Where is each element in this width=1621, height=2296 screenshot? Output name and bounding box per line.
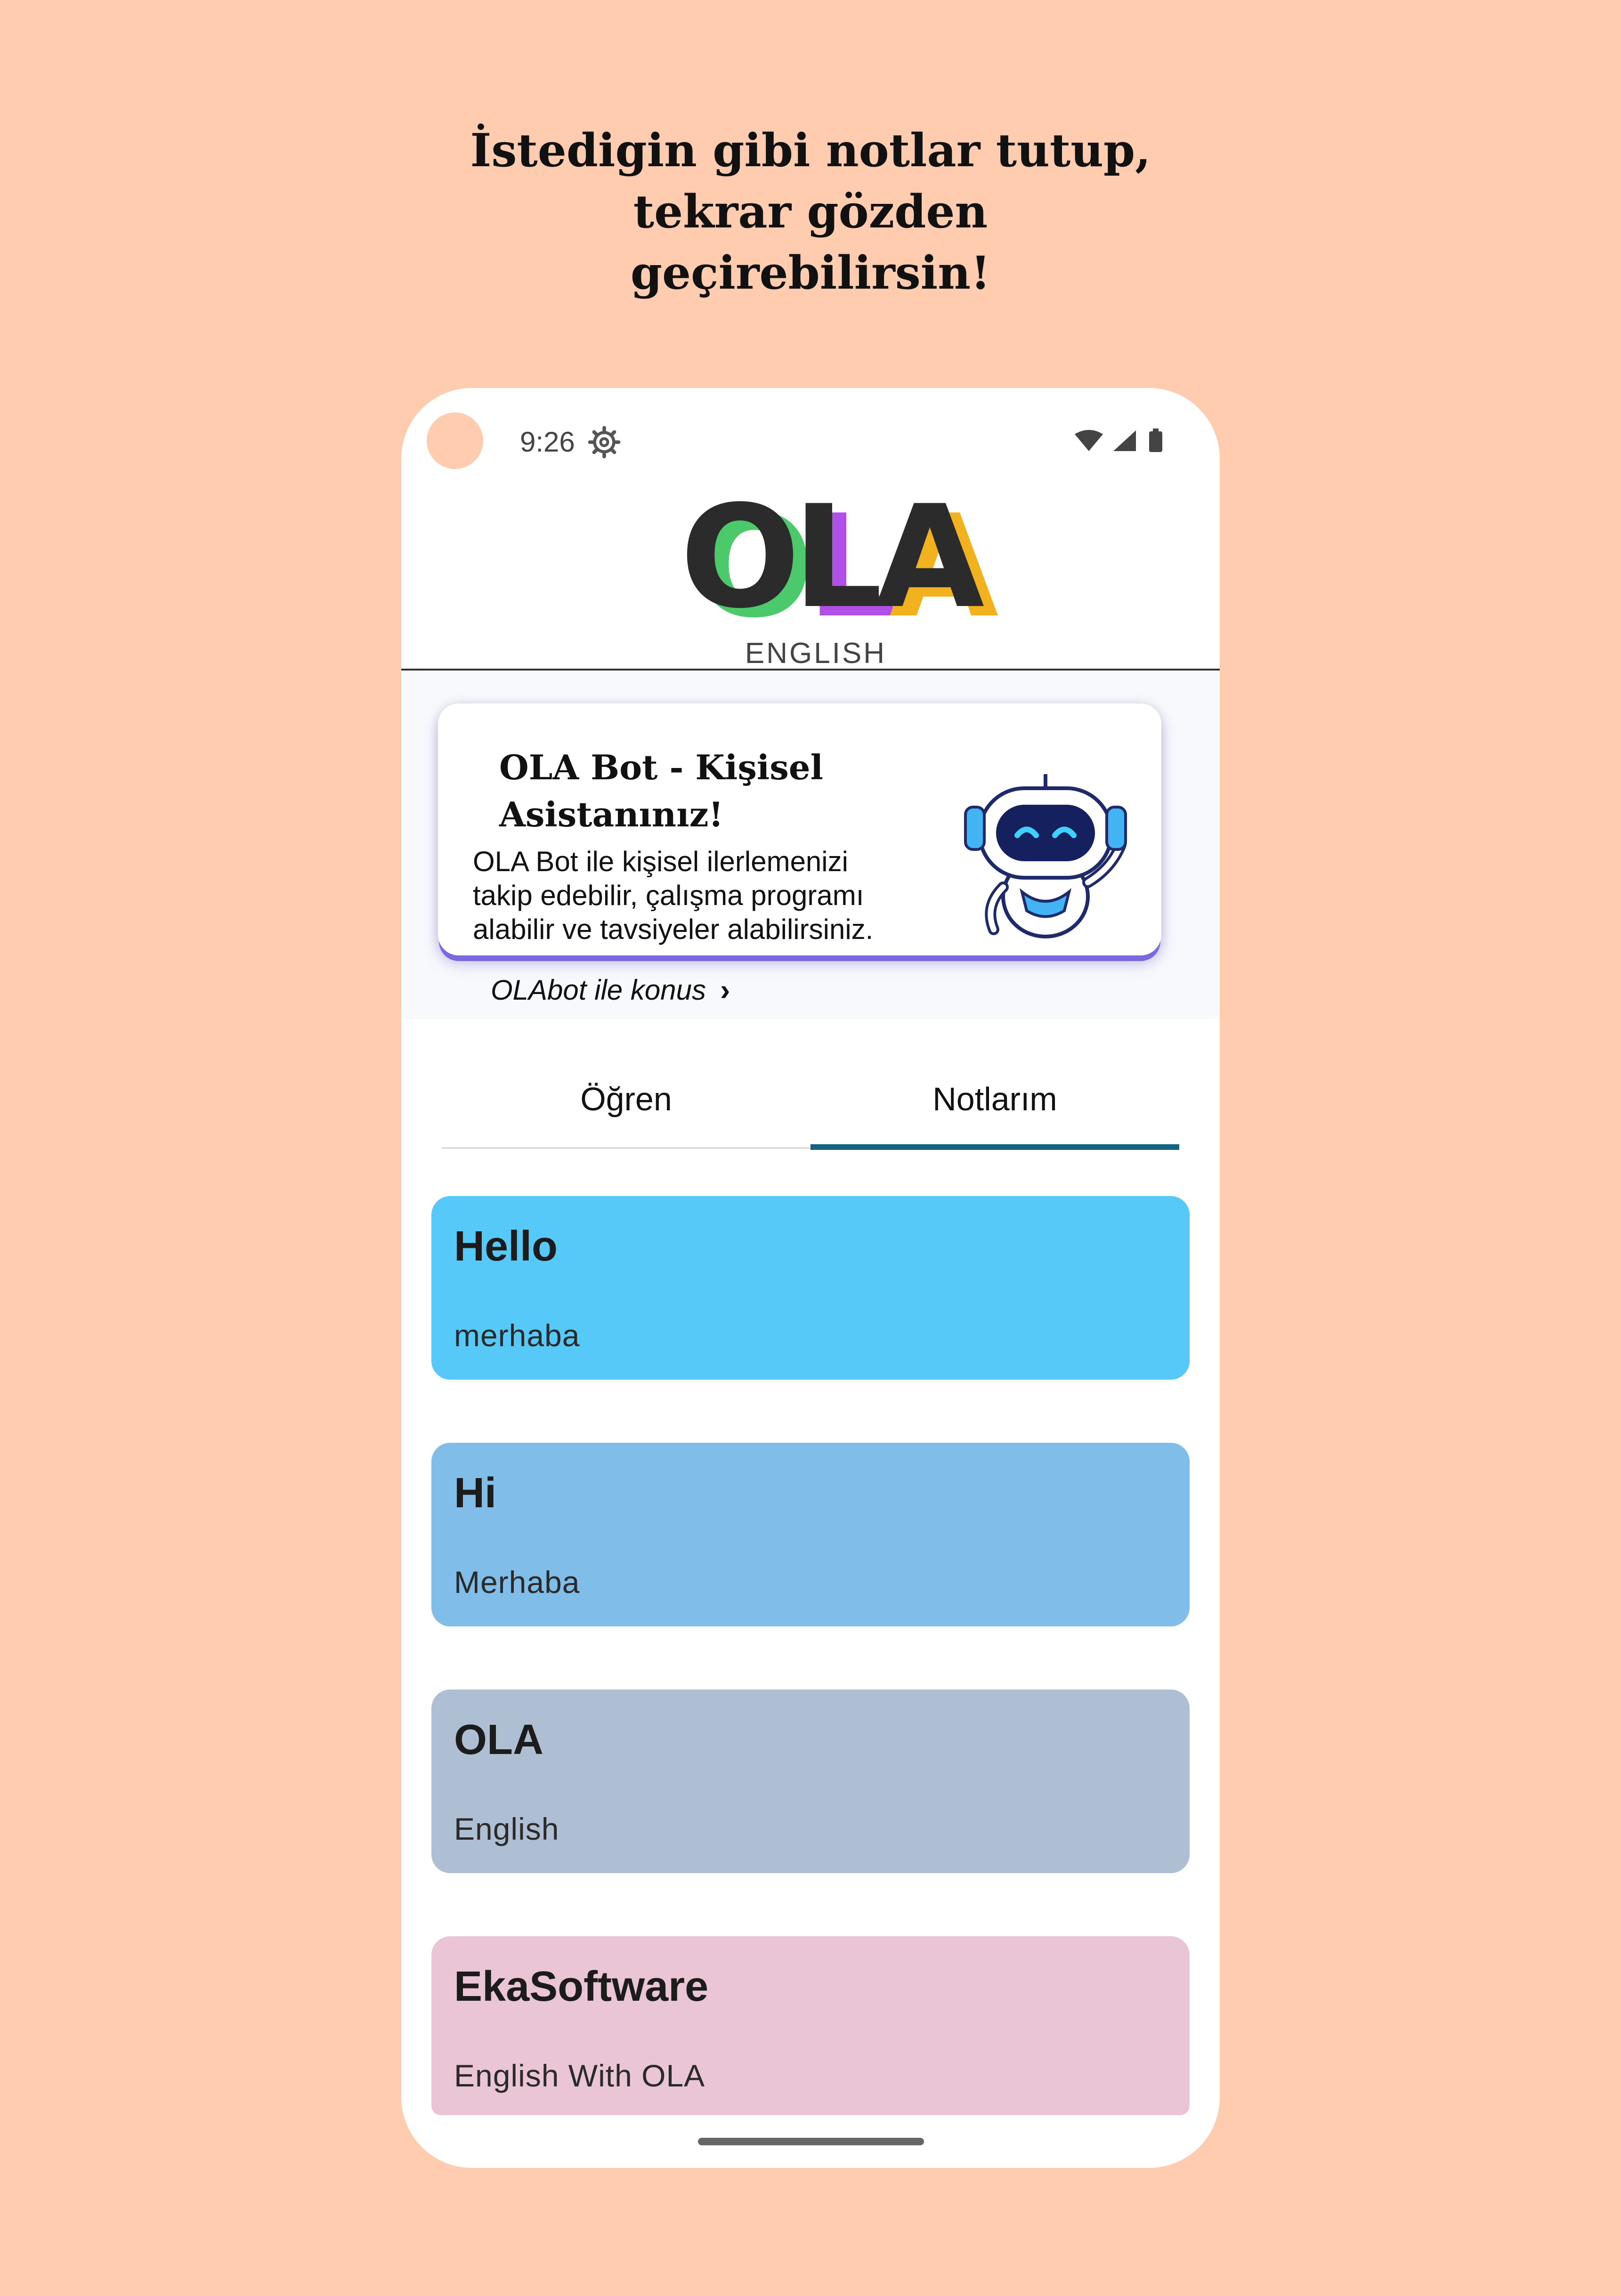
- wifi-icon: [1075, 430, 1103, 451]
- note-translation: Merhaba: [454, 1565, 580, 1600]
- ola-logo: OLA OLA ENGLISH: [656, 475, 998, 670]
- headline-line-3: geçirebilirsin!: [630, 246, 991, 299]
- chat-with-olabot-link[interactable]: OLAbot ile konus ›: [491, 971, 730, 1009]
- bot-desc-line-3: alabilir ve tavsiyeler alabilirsiniz.: [473, 914, 874, 945]
- bot-title-line-1: OLA Bot - Kişisel: [499, 747, 823, 787]
- chevron-right-icon: ›: [720, 973, 730, 1007]
- bot-card-title: OLA Bot - Kişisel Asistanınız!: [499, 744, 923, 838]
- note-title: Hello: [454, 1223, 558, 1270]
- note-card[interactable]: Hi Merhaba: [431, 1443, 1190, 1626]
- bot-title-line-2: Asistanınız!: [499, 794, 724, 834]
- tab-selected-indicator: [810, 1144, 1179, 1150]
- camera-cutout: [427, 412, 483, 469]
- note-card[interactable]: Hello merhaba: [431, 1196, 1190, 1380]
- note-card[interactable]: OLA English: [431, 1690, 1190, 1873]
- system-status-icons: [1075, 428, 1162, 452]
- note-card[interactable]: EkaSoftware English With OLA: [431, 1936, 1190, 2115]
- bot-card-description: OLA Bot ile kişisel ilerlemenizi takip e…: [473, 845, 944, 946]
- headline-line-1: İstedigin gibi notlar tutup,: [470, 124, 1151, 177]
- battery-icon: [1149, 431, 1162, 452]
- settings-gear-icon: [588, 426, 621, 459]
- robot-mascot-icon: [964, 774, 1127, 938]
- tab-learn[interactable]: Öğren: [442, 1066, 810, 1141]
- note-title: OLA: [454, 1716, 543, 1763]
- chat-link-label: OLAbot ile konus: [491, 974, 706, 1006]
- bot-desc-line-1: OLA Bot ile kişisel ilerlemenizi: [473, 846, 848, 877]
- status-time: 9:26: [520, 426, 575, 458]
- phone-frame: 9:26 OLA OLA ENGLISH OLA Bot - Kişisel A…: [401, 388, 1220, 2168]
- logo-subtitle: ENGLISH: [745, 637, 887, 670]
- note-title: Hi: [454, 1470, 496, 1517]
- app-header: OLA OLA ENGLISH: [401, 475, 1220, 670]
- cell-signal-icon: [1113, 430, 1136, 451]
- note-translation: merhaba: [454, 1318, 580, 1353]
- note-title: EkaSoftware: [454, 1963, 709, 2010]
- tab-bar: Öğren Notlarım: [442, 1066, 1179, 1146]
- logo-brand: OLA: [680, 475, 984, 639]
- headline-line-2: tekrar gözden: [633, 185, 988, 238]
- note-translation: English: [454, 1811, 559, 1846]
- ola-bot-card[interactable]: OLA Bot - Kişisel Asistanınız! OLA Bot i…: [438, 703, 1161, 1007]
- home-indicator[interactable]: [698, 2138, 924, 2145]
- tab-my-notes[interactable]: Notlarım: [810, 1066, 1179, 1141]
- headline: İstedigin gibi notlar tutup, tekrar gözd…: [0, 120, 1621, 304]
- note-translation: English With OLA: [454, 2058, 705, 2093]
- bot-desc-line-2: takip edebilir, çalışma programı: [473, 880, 864, 911]
